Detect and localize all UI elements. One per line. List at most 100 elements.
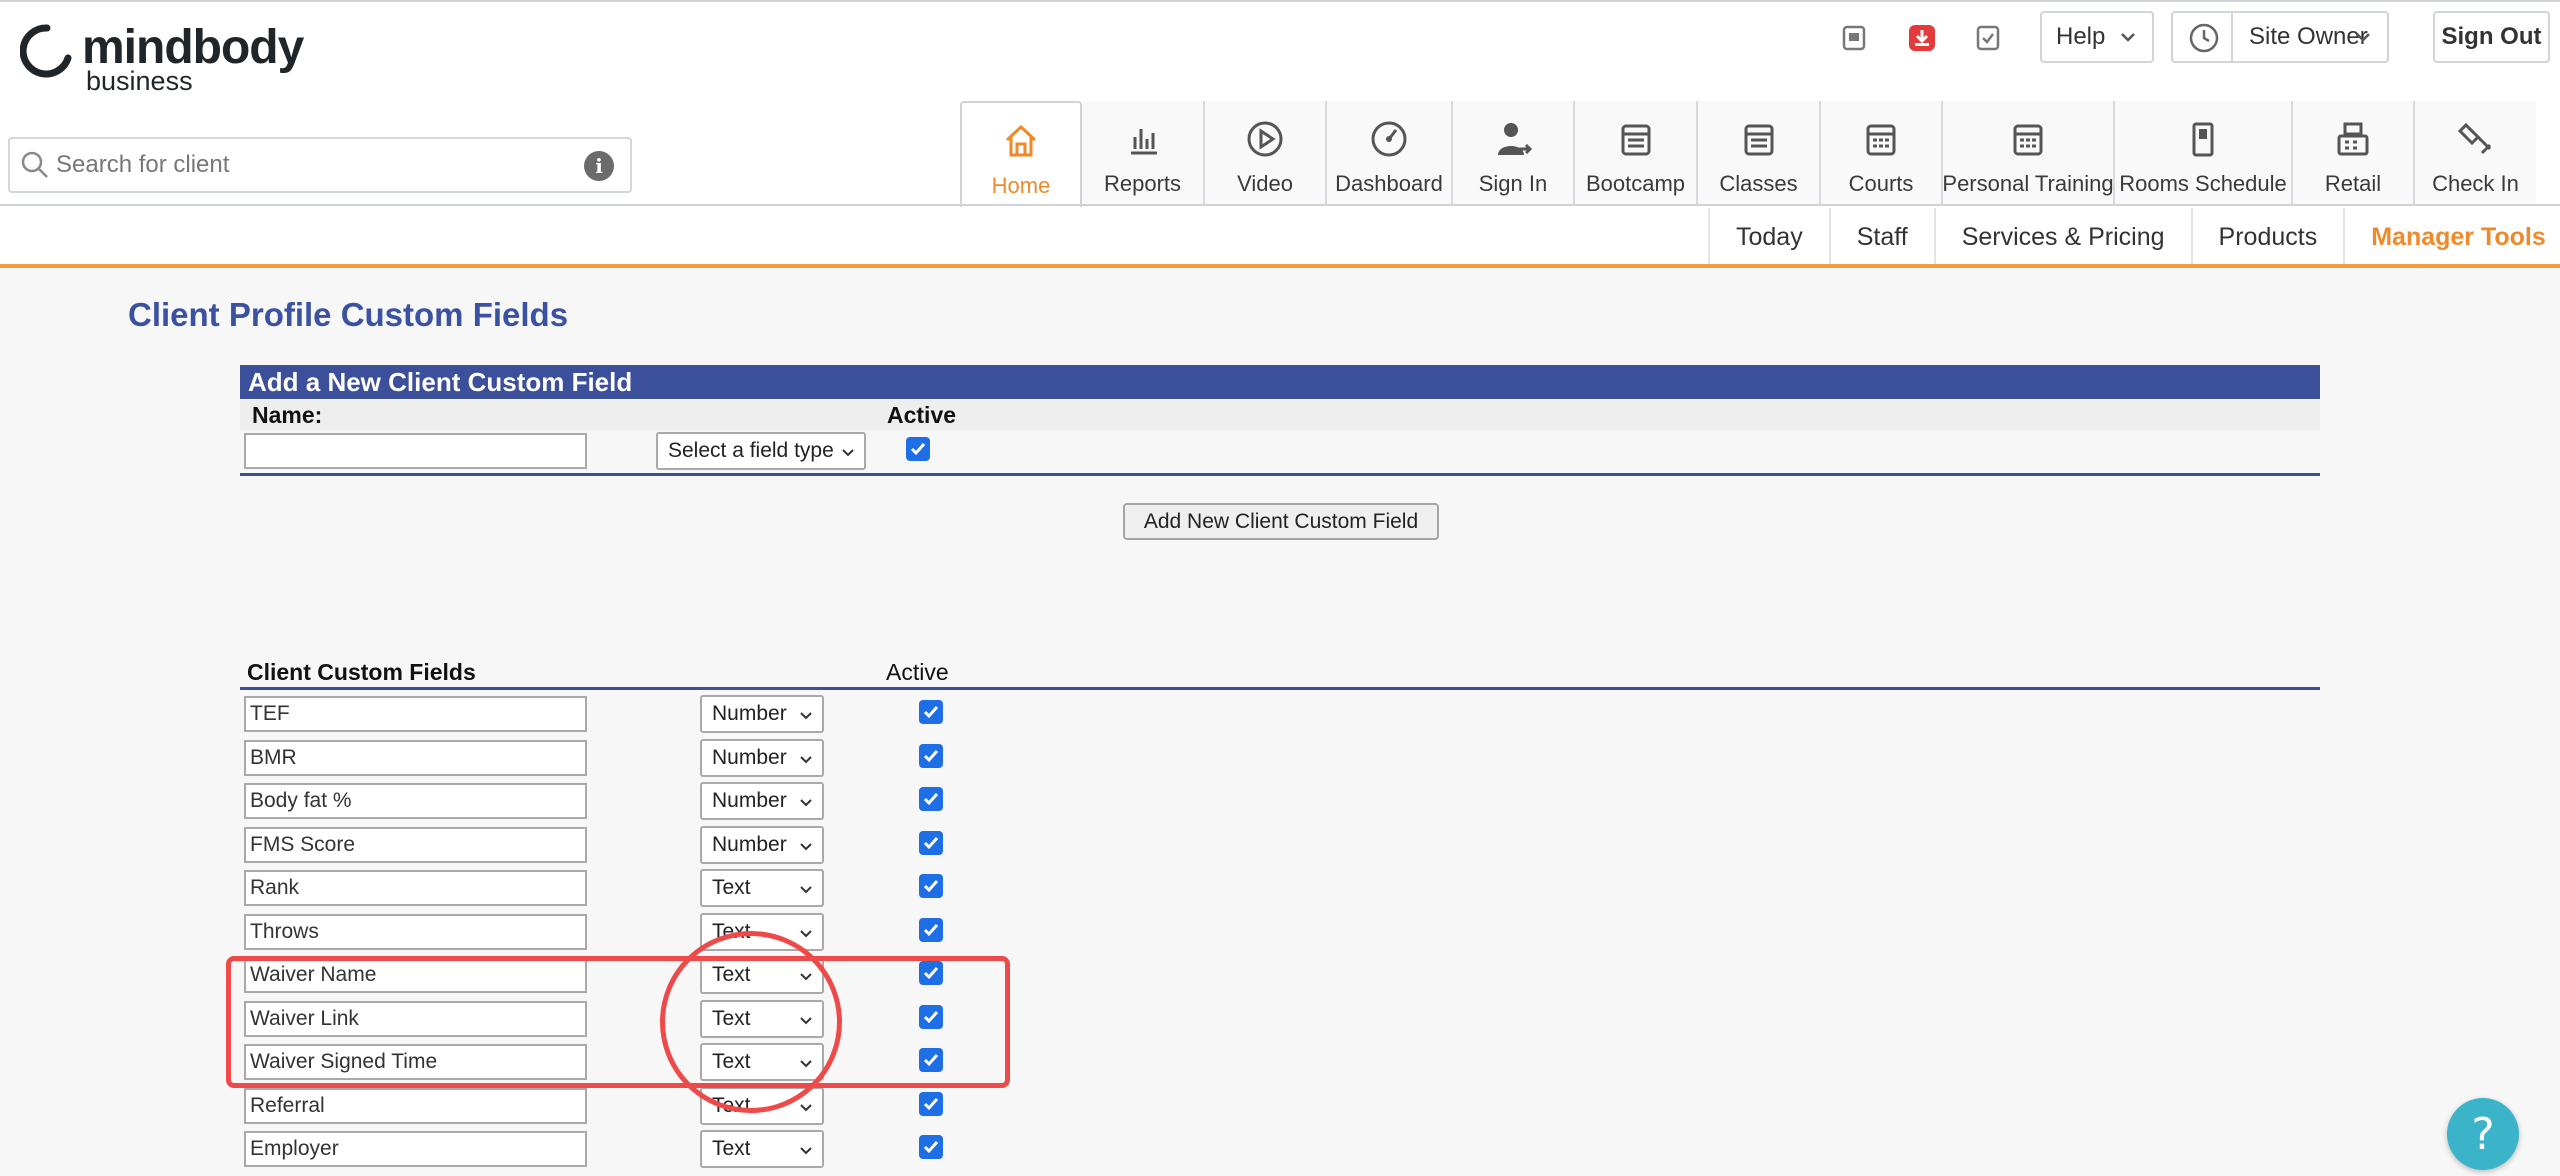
list-rule (240, 687, 2320, 690)
main-nav-tabs: Home Reports Video Dashboard Sign In Boo… (960, 101, 2536, 207)
notes-icon[interactable] (1838, 22, 1870, 54)
chevron-down-icon (800, 755, 812, 763)
custom-field-active-checkbox[interactable] (919, 874, 943, 898)
tab-sign-in[interactable]: Sign In (1453, 101, 1575, 205)
app-header: mindbody business Help Site Owner Sign O… (0, 0, 2560, 268)
tab-courts[interactable]: Courts (1821, 101, 1943, 205)
tab-bootcamp[interactable]: Bootcamp (1575, 101, 1698, 205)
custom-field-type-select[interactable]: Text (700, 869, 824, 907)
search-icon (21, 151, 48, 178)
custom-field-name-input[interactable]: TEF (244, 696, 587, 732)
name-label: Name: (252, 402, 323, 428)
tab-reports[interactable]: Reports (1082, 101, 1205, 205)
tab-dashboard-label: Dashboard (1335, 171, 1443, 196)
search-input[interactable] (56, 149, 556, 181)
add-new-custom-field-button[interactable]: Add New Client Custom Field (1123, 503, 1439, 540)
info-icon[interactable]: i (584, 151, 614, 181)
subtab-services-pricing[interactable]: Services & Pricing (1933, 208, 2191, 266)
checkmark-icon (923, 1097, 939, 1110)
person-arrow-icon (1491, 117, 1535, 161)
button-divider (2231, 13, 2233, 61)
custom-field-name-input[interactable]: Throws (244, 913, 587, 950)
tab-home[interactable]: Home (960, 101, 1082, 207)
help-label: Help (2056, 23, 2106, 50)
custom-field-type-select[interactable]: Text (700, 1130, 824, 1168)
bar-chart-icon (1121, 117, 1165, 161)
help-chat-button[interactable]: ? (2447, 1098, 2519, 1170)
subtab-products[interactable]: Products (2190, 208, 2344, 266)
sub-nav-tabs: Today Staff Services & Pricing Products … (1708, 208, 2560, 266)
custom-field-type-select[interactable]: Number (700, 825, 824, 864)
custom-field-row: TEF Number (240, 692, 1140, 735)
tab-check-in-label: Check In (2432, 171, 2519, 196)
custom-field-row: Throws Text (240, 910, 1140, 953)
custom-field-active-checkbox[interactable] (919, 1135, 943, 1159)
custom-field-name-input[interactable]: Referral (244, 1087, 587, 1124)
checkmark-icon (923, 836, 939, 849)
subtab-today[interactable]: Today (1708, 208, 1829, 266)
checkmark-icon (923, 793, 939, 806)
play-icon (1243, 117, 1287, 161)
annotation-rectangle (226, 956, 1010, 1088)
page-title: Client Profile Custom Fields (128, 296, 569, 333)
mindbody-logo[interactable]: mindbody business (20, 21, 304, 96)
custom-field-name-input[interactable]: FMS Score (244, 826, 587, 863)
checkmark-icon (923, 749, 939, 762)
custom-field-type-value: Number (712, 789, 787, 812)
tab-retail[interactable]: Retail (2293, 101, 2415, 205)
tab-classes[interactable]: Classes (1698, 101, 1821, 205)
field-type-select[interactable]: Select a field type (656, 432, 866, 470)
new-field-name-input[interactable] (244, 433, 587, 469)
subtab-manager-tools[interactable]: Manager Tools (2343, 208, 2560, 266)
custom-field-active-checkbox[interactable] (919, 917, 943, 942)
logo-subtitle: business (86, 66, 193, 96)
sign-out-button[interactable]: Sign Out (2433, 11, 2550, 63)
register-icon (2331, 117, 2375, 161)
chevron-down-icon (800, 886, 812, 894)
custom-field-active-checkbox[interactable] (919, 700, 943, 724)
custom-field-type-select[interactable]: Number (700, 738, 824, 777)
calendar-grid-icon (2006, 117, 2050, 161)
chevron-down-icon (800, 712, 812, 720)
chevron-down-icon (842, 449, 854, 457)
tab-personal-training[interactable]: Personal Training (1942, 101, 2115, 205)
alert-download-icon[interactable] (1906, 22, 1938, 54)
add-field-labels: Name: Active (240, 400, 2320, 430)
custom-field-row: BMR Number (240, 736, 1140, 779)
custom-field-active-checkbox[interactable] (919, 1091, 943, 1116)
custom-field-type-value: Number (712, 702, 787, 725)
door-icon (2181, 117, 2225, 161)
tab-dashboard[interactable]: Dashboard (1327, 101, 1453, 205)
chevron-down-icon (800, 929, 812, 937)
tab-home-label: Home (991, 173, 1051, 198)
custom-field-type-value: Text (712, 1137, 751, 1160)
custom-field-active-checkbox[interactable] (919, 830, 943, 855)
chevron-down-icon (2356, 33, 2370, 42)
custom-field-name-input[interactable]: Employer (244, 1131, 587, 1167)
tab-check-in[interactable]: Check In (2415, 101, 2536, 205)
chevron-down-icon (2121, 33, 2135, 42)
tab-retail-label: Retail (2324, 171, 2382, 196)
client-search[interactable]: i (8, 137, 632, 193)
custom-field-active-checkbox[interactable] (919, 743, 943, 768)
custom-field-name-input[interactable]: Rank (244, 870, 587, 906)
subtab-staff[interactable]: Staff (1828, 208, 1934, 266)
field-type-select-value: Select a field type (668, 439, 834, 462)
tab-courts-label: Courts (1848, 171, 1914, 196)
help-dropdown[interactable]: Help (2040, 11, 2154, 63)
checklist-icon[interactable] (1972, 22, 2004, 54)
tab-video-label: Video (1237, 171, 1293, 196)
custom-field-active-checkbox[interactable] (919, 787, 943, 811)
clock-icon[interactable] (2187, 21, 2221, 55)
custom-field-name-input[interactable]: BMR (244, 739, 587, 776)
tab-rooms-schedule[interactable]: Rooms Schedule (2115, 101, 2293, 205)
top-border (0, 0, 2560, 2)
site-owner-dropdown[interactable]: Site Owner (2171, 11, 2389, 63)
custom-field-name-input[interactable]: Body fat % (244, 783, 587, 819)
custom-field-type-select[interactable]: Number (700, 782, 824, 820)
tab-sign-in-label: Sign In (1478, 171, 1548, 196)
custom-field-type-select[interactable]: Number (700, 695, 824, 733)
site-owner-label: Site Owner (2249, 23, 2368, 50)
tab-video[interactable]: Video (1205, 101, 1327, 205)
new-field-active-checkbox[interactable] (906, 437, 930, 461)
